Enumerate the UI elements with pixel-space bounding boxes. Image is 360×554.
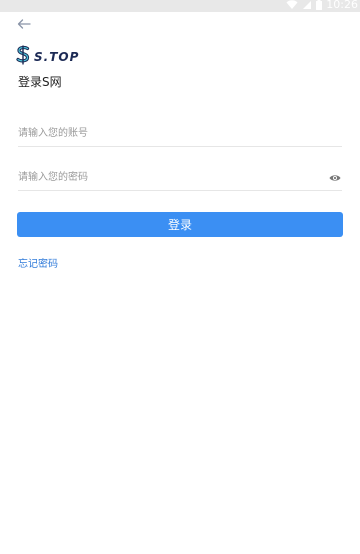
forgot-password-link[interactable]: 忘记密码: [18, 255, 58, 270]
login-subtitle: 登录S网: [18, 75, 62, 89]
status-time: 10:26: [326, 0, 358, 11]
back-button[interactable]: [13, 14, 35, 32]
arrow-left-icon: [17, 14, 31, 33]
status-icons: 10:26: [286, 0, 358, 11]
eye-icon: [329, 167, 341, 186]
show-password-toggle[interactable]: [328, 170, 342, 182]
status-bar: 10:26: [0, 0, 360, 12]
brand-logo: S.TOP: [16, 45, 80, 69]
account-field: [18, 116, 342, 147]
battery-icon: [316, 0, 323, 10]
logo-text: S.TOP: [34, 50, 80, 64]
account-input[interactable]: [18, 124, 318, 142]
password-field: [18, 160, 342, 191]
login-button[interactable]: 登录: [17, 212, 343, 237]
signal-icon: [302, 0, 312, 10]
dollar-s-logo-icon: [16, 45, 30, 69]
wifi-icon: [286, 0, 298, 10]
password-input[interactable]: [18, 168, 318, 186]
